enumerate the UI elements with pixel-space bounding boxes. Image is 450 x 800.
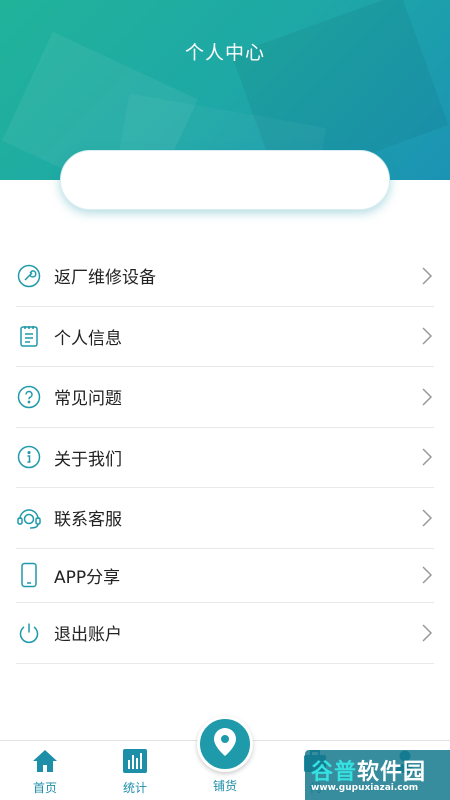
chevron-right-icon — [420, 326, 434, 346]
menu-item-support[interactable]: 联系客服 — [16, 488, 434, 549]
menu-item-label: 个人信息 — [54, 328, 122, 349]
tab-home[interactable]: 首页 — [10, 747, 80, 796]
menu-item-label: 常见问题 — [54, 389, 122, 410]
watermark-logo-part: 软件园 — [357, 760, 427, 785]
chevron-right-icon — [420, 447, 434, 467]
watermark-url: www.gupuxiazai.com — [311, 783, 419, 793]
menu-item-label: 返厂维修设备 — [54, 268, 156, 289]
clipboard-icon — [16, 323, 42, 349]
question-icon — [16, 384, 42, 410]
menu-item-about[interactable]: 关于我们 — [16, 428, 434, 488]
menu-item-repair[interactable]: 返厂维修设备 — [16, 246, 434, 307]
menu-item-label: 退出账户 — [54, 625, 122, 646]
chevron-right-icon — [420, 387, 434, 407]
location-pin-icon — [212, 727, 238, 761]
tab-label: 首页 — [32, 781, 57, 795]
info-icon — [16, 444, 42, 470]
chevron-right-icon — [420, 623, 434, 643]
menu-item-profile[interactable]: 个人信息 — [16, 307, 434, 367]
page-title: 个人中心 — [184, 42, 265, 64]
menu-item-faq[interactable]: 常见问题 — [16, 367, 434, 428]
menu-item-share[interactable]: APP分享 — [16, 549, 434, 603]
menu-item-label: 联系客服 — [54, 510, 122, 531]
phone-icon — [16, 562, 42, 588]
tab-label: 铺货 — [212, 779, 237, 793]
settings-menu: 返厂维修设备 个人信息 常见问题 关于我们 联系客服 APP分享 退出账户 — [0, 246, 450, 664]
menu-item-logout[interactable]: 退出账户 — [16, 603, 434, 664]
power-icon — [16, 620, 42, 646]
chevron-right-icon — [420, 508, 434, 528]
tab-stock-fab[interactable] — [197, 716, 253, 772]
watermark-logo: 谷普软件园 — [311, 754, 426, 786]
headset-icon — [16, 505, 42, 531]
home-icon — [10, 747, 80, 775]
chevron-right-icon — [420, 266, 434, 286]
tab-statistics[interactable]: 统计 — [100, 747, 170, 796]
menu-item-label: APP分享 — [54, 567, 121, 588]
chevron-right-icon — [420, 565, 434, 585]
wrench-icon — [16, 263, 42, 289]
menu-item-label: 关于我们 — [54, 449, 122, 470]
bar-chart-icon — [100, 747, 170, 775]
profile-card[interactable] — [60, 150, 390, 210]
tab-label: 统计 — [122, 781, 147, 795]
watermark: 谷普软件园 www.gupuxiazai.com — [305, 750, 450, 800]
watermark-logo-part: 谷普 — [311, 760, 358, 785]
